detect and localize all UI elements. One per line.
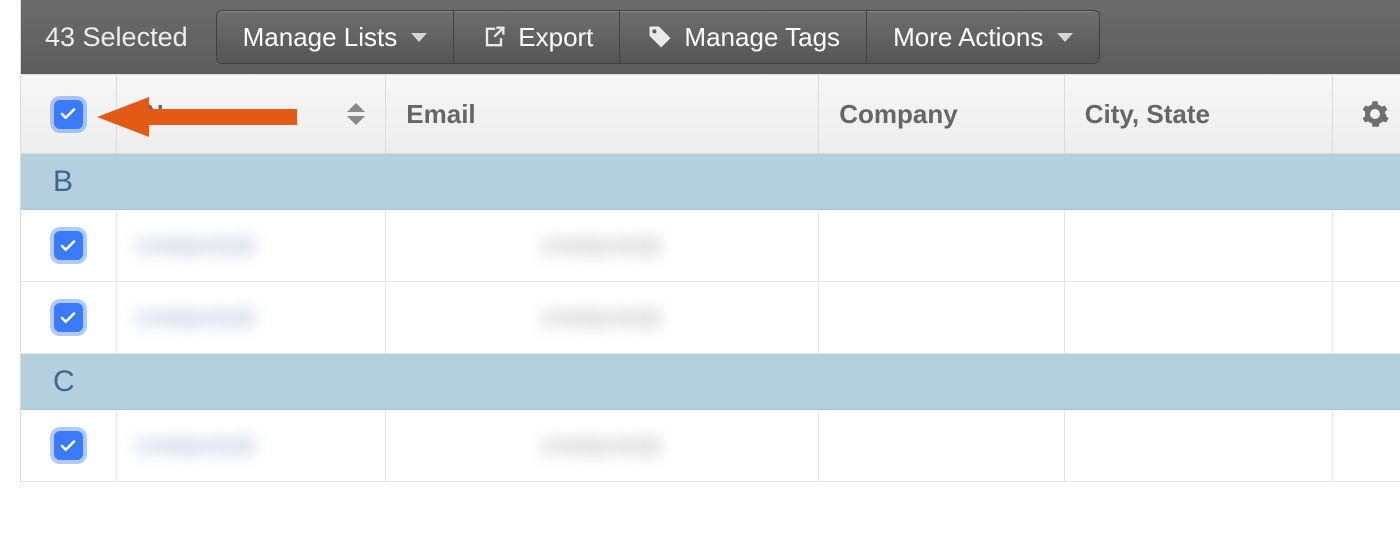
chevron-down-icon: [411, 33, 427, 42]
column-header-email-label: Email: [406, 99, 475, 130]
table-header: Name Email Company City, State: [21, 74, 1400, 154]
more-actions-button[interactable]: More Actions: [867, 11, 1099, 63]
chevron-down-icon: [1057, 33, 1073, 42]
select-all-checkbox[interactable]: [54, 100, 83, 129]
group-header: C: [21, 354, 1400, 410]
row-checkbox[interactable]: [54, 231, 83, 260]
action-bar: 43 Selected Manage Lists Export: [21, 0, 1400, 74]
row-email: (redacted): [543, 232, 662, 260]
table-row[interactable]: (redacted) (redacted): [21, 210, 1400, 282]
column-header-city-state-label: City, State: [1085, 99, 1210, 130]
group-letter: C: [53, 365, 75, 399]
row-name: (redacted): [137, 432, 256, 460]
more-actions-label: More Actions: [893, 22, 1043, 53]
gear-icon: [1360, 99, 1390, 129]
group-header: B: [21, 154, 1400, 210]
column-header-city-state[interactable]: City, State: [1065, 75, 1333, 153]
sort-icon: [347, 103, 365, 125]
export-icon: [480, 23, 508, 51]
column-header-company[interactable]: Company: [819, 75, 1064, 153]
group-letter: B: [53, 165, 73, 199]
table-row[interactable]: (redacted) (redacted): [21, 410, 1400, 482]
row-name: (redacted): [137, 232, 256, 260]
selected-count-label: 43 Selected: [45, 22, 188, 53]
column-header-name-label: Name: [145, 99, 216, 130]
column-header-email[interactable]: Email: [386, 75, 819, 153]
tag-icon: [646, 23, 674, 51]
export-button[interactable]: Export: [454, 11, 620, 63]
select-all-cell: [21, 75, 117, 153]
row-name: (redacted): [137, 304, 256, 332]
column-header-company-label: Company: [839, 99, 957, 130]
row-email: (redacted): [543, 432, 662, 460]
column-settings-button[interactable]: [1333, 75, 1400, 153]
manage-lists-button[interactable]: Manage Lists: [217, 11, 455, 63]
contacts-panel: 43 Selected Manage Lists Export: [20, 0, 1400, 482]
manage-tags-button[interactable]: Manage Tags: [620, 11, 867, 63]
row-email: (redacted): [543, 304, 662, 332]
table-row[interactable]: (redacted) (redacted): [21, 282, 1400, 354]
row-checkbox[interactable]: [54, 431, 83, 460]
column-header-name[interactable]: Name: [117, 75, 386, 153]
manage-lists-label: Manage Lists: [243, 22, 398, 53]
manage-tags-label: Manage Tags: [684, 22, 840, 53]
export-label: Export: [518, 22, 593, 53]
row-checkbox[interactable]: [54, 303, 83, 332]
action-button-group: Manage Lists Export: [216, 10, 1101, 64]
